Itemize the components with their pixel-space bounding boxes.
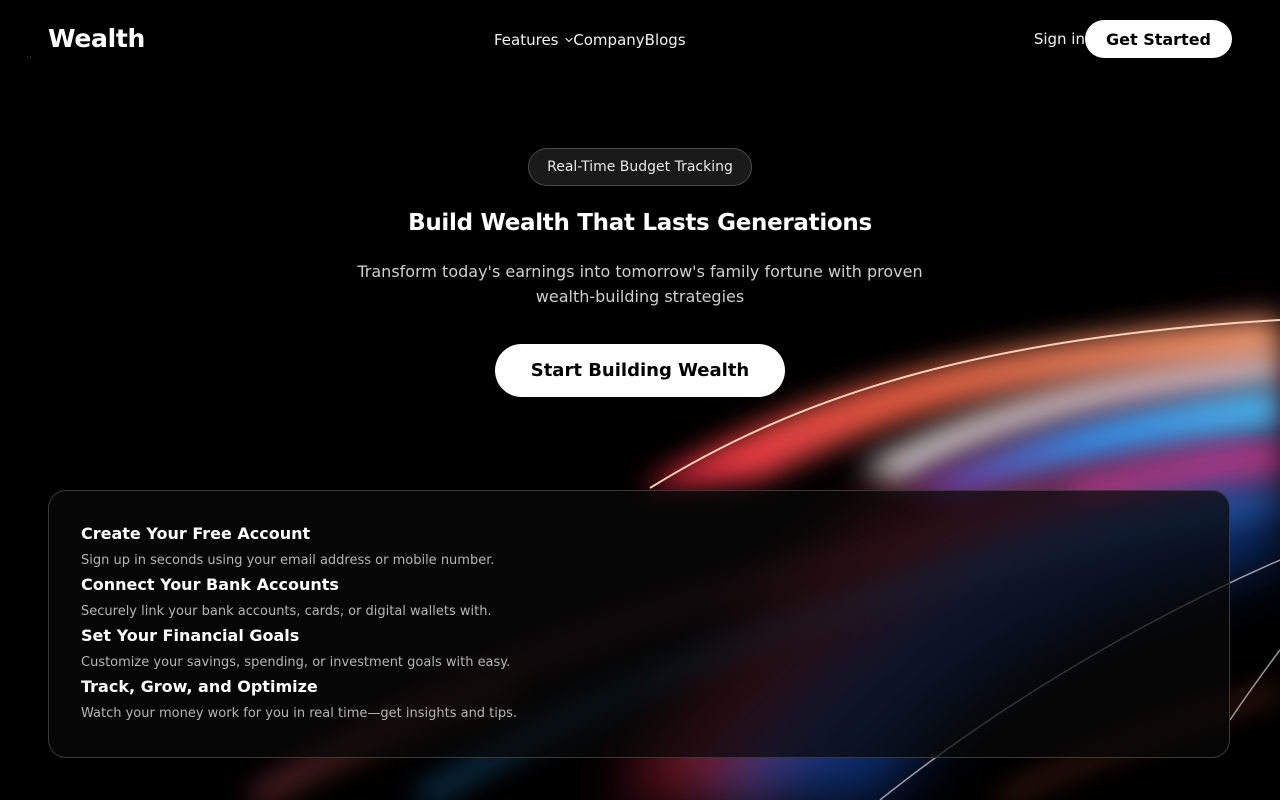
- step-item: Create Your Free Account Sign up in seco…: [81, 524, 1197, 575]
- nav-actions: Sign in Get Started: [1034, 20, 1232, 58]
- step-description: Customize your savings, spending, or inv…: [81, 655, 511, 670]
- landing-page: Wealth ·· Features Company Blogs Sign in…: [0, 0, 1280, 800]
- onboarding-steps-card: Create Your Free Account Sign up in seco…: [48, 490, 1230, 758]
- step-description: Watch your money work for you in real ti…: [81, 706, 518, 721]
- step-description: Securely link your bank accounts, cards,…: [81, 604, 492, 619]
- hero-title: Build Wealth That Lasts Generations: [408, 210, 872, 236]
- hero-section: Real-Time Budget Tracking Build Wealth T…: [0, 140, 1280, 397]
- sign-in-link[interactable]: Sign in: [1034, 30, 1085, 48]
- hero-badge: Real-Time Budget Tracking: [528, 148, 752, 186]
- top-navbar: Wealth ·· Features Company Blogs Sign in…: [0, 0, 1280, 80]
- primary-nav: Features Company Blogs: [494, 31, 686, 49]
- hero-subtitle: Transform today's earnings into tomorrow…: [357, 262, 923, 306]
- step-item: Connect Your Bank Accounts Securely link…: [81, 575, 1197, 626]
- chevron-down-icon: [565, 37, 573, 42]
- step-item: Track, Grow, and Optimize Watch your mon…: [81, 677, 1197, 728]
- step-item: Set Your Financial Goals Customize your …: [81, 626, 1197, 677]
- nav-link-blogs[interactable]: Blogs: [645, 31, 686, 49]
- nav-link-features[interactable]: Features: [494, 31, 573, 49]
- get-started-button[interactable]: Get Started: [1084, 20, 1232, 58]
- step-title: Create Your Free Account: [81, 524, 311, 543]
- nav-link-company[interactable]: Company: [573, 31, 644, 49]
- nav-link-features-label: Features: [494, 31, 559, 49]
- start-building-wealth-button[interactable]: Start Building Wealth: [494, 344, 786, 397]
- decorative-mark: ··: [26, 53, 32, 63]
- step-title: Connect Your Bank Accounts: [81, 575, 339, 594]
- step-title: Track, Grow, and Optimize: [81, 677, 318, 696]
- step-description: Sign up in seconds using your email addr…: [81, 553, 495, 568]
- brand-logo[interactable]: Wealth: [48, 24, 145, 53]
- step-title: Set Your Financial Goals: [81, 626, 300, 645]
